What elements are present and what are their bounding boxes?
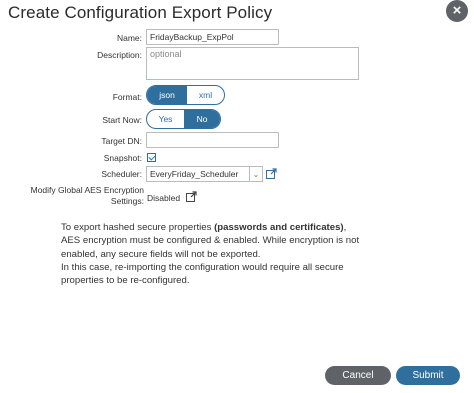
aes-status-value: Disabled [147,193,181,203]
submit-button[interactable]: Submit [396,366,460,385]
dialog-header: Create Configuration Export Policy × [0,0,474,28]
format-toggle: json xml [146,85,225,105]
note-text-bold: (passwords and certificates) [214,222,344,233]
start-now-label: Start Now: [102,115,142,125]
scheduler-selected-value: EveryFriday_Scheduler [150,169,239,179]
format-label: Format: [112,92,142,102]
snapshot-checkbox[interactable] [147,153,156,162]
aes-settings-label: Modify Global AES Encryption Settings: [30,185,144,206]
snapshot-label: Snapshot: [103,153,142,163]
format-option-json[interactable]: json [147,86,187,104]
target-dn-label: Target DN: [101,136,142,146]
start-now-option-yes[interactable]: Yes [147,110,184,128]
close-button[interactable]: × [446,0,468,22]
target-dn-input[interactable] [146,132,279,148]
chevron-down-icon: ⌄ [249,167,262,181]
open-external-icon[interactable] [186,191,197,202]
dialog-title: Create Configuration Export Policy [8,3,273,22]
scheduler-select[interactable]: EveryFriday_Scheduler ⌄ [146,166,263,182]
cancel-button[interactable]: Cancel [325,366,391,385]
start-now-toggle: Yes No [146,109,221,129]
description-textarea[interactable] [146,47,359,80]
format-option-xml[interactable]: xml [187,86,224,104]
name-label: Name: [116,33,142,43]
close-icon: × [452,2,462,19]
name-input[interactable] [146,29,279,45]
note-text-pre: To export hashed secure properties [61,222,215,233]
start-now-option-no[interactable]: No [184,110,220,128]
open-external-icon[interactable] [266,168,277,179]
scheduler-label: Scheduler: [101,169,142,179]
aes-info-note: To export hashed secure properties (pass… [61,221,361,287]
note-text-line2: In this case, re-importing the configura… [61,261,344,287]
description-label: Description: [97,50,142,60]
